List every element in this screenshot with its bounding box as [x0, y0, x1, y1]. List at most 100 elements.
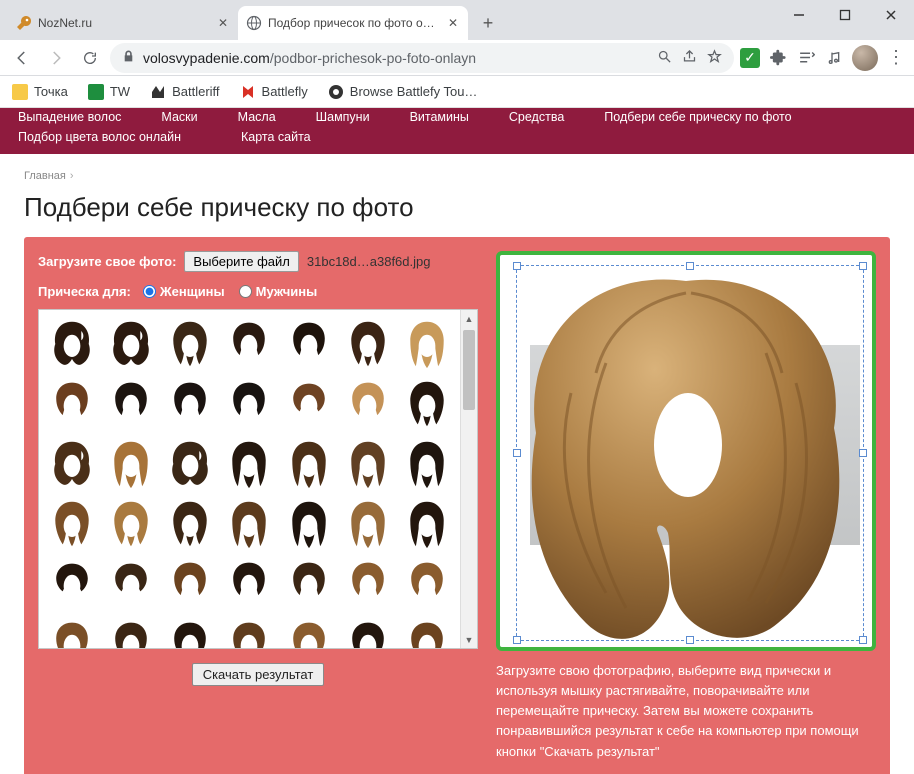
hairstyle-thumbnail[interactable] [280, 496, 337, 552]
gender-female-radio[interactable] [143, 285, 156, 298]
bookmark-item[interactable]: Точка [12, 84, 68, 100]
window-minimize[interactable] [776, 0, 822, 30]
reload-button[interactable] [76, 44, 104, 72]
hairstyle-thumbnail[interactable] [399, 376, 456, 432]
hairstyle-thumbnail[interactable] [162, 556, 219, 612]
hairstyle-thumbnail[interactable] [43, 376, 100, 432]
bookmark-icon [88, 84, 104, 100]
nav-link[interactable]: Шампуни [316, 110, 370, 124]
hairstyle-thumbnail[interactable] [339, 616, 396, 648]
hairstyle-thumbnail[interactable] [280, 316, 337, 372]
nav-link[interactable]: Витамины [410, 110, 469, 124]
hairstyle-thumbnail[interactable] [280, 376, 337, 432]
hairstyle-thumbnail[interactable] [399, 436, 456, 492]
nav-link[interactable]: Подбери себе прическу по фото [604, 110, 791, 124]
nav-link[interactable]: Маски [161, 110, 197, 124]
new-tab-button[interactable]: + [474, 9, 502, 37]
hairstyle-thumbnail[interactable] [221, 316, 278, 372]
hairstyle-thumbnail[interactable] [43, 496, 100, 552]
gender-male-label[interactable]: Мужчины [256, 284, 318, 299]
hairstyle-thumbnail[interactable] [221, 436, 278, 492]
nav-link[interactable]: Масла [238, 110, 276, 124]
hairstyle-thumbnail[interactable] [399, 616, 456, 648]
hairstyle-thumbnail[interactable] [102, 616, 159, 648]
extension-check-icon[interactable]: ✓ [740, 48, 760, 68]
bookmark-item[interactable]: Battlefly [240, 84, 308, 100]
hairstyle-thumbnail[interactable] [339, 316, 396, 372]
page-title: Подбери себе прическу по фото [0, 186, 914, 237]
scroll-down-icon[interactable]: ▼ [461, 631, 477, 648]
hairstyle-thumbnail[interactable] [280, 556, 337, 612]
close-icon[interactable]: ✕ [216, 16, 230, 30]
hairstyle-thumbnail[interactable] [43, 316, 100, 372]
back-button[interactable] [8, 44, 36, 72]
nav-link[interactable]: Средства [509, 110, 564, 124]
menu-icon[interactable]: ⋮ [886, 48, 906, 68]
hairstyle-thumbnail[interactable] [162, 376, 219, 432]
close-icon[interactable]: ✕ [446, 16, 460, 30]
hairstyle-thumbnail[interactable] [102, 436, 159, 492]
forward-button[interactable] [42, 44, 70, 72]
resize-handle[interactable] [859, 262, 867, 270]
breadcrumb-home[interactable]: Главная [24, 170, 66, 182]
gender-female-label[interactable]: Женщины [160, 284, 225, 299]
hairstyle-thumbnail[interactable] [162, 316, 219, 372]
bookmark-item[interactable]: Browse Battlefy Tou… [328, 84, 478, 100]
hairstyle-thumbnail[interactable] [399, 316, 456, 372]
tab-active[interactable]: Подбор причесок по фото онлайн ✕ [238, 6, 468, 40]
gender-male-radio[interactable] [239, 285, 252, 298]
reading-list-icon[interactable] [796, 48, 816, 68]
hairstyle-thumbnail[interactable] [102, 316, 159, 372]
hairstyle-thumbnail[interactable] [280, 436, 337, 492]
extensions-icon[interactable] [768, 48, 788, 68]
tab-noznet[interactable]: NozNet.ru ✕ [8, 6, 238, 40]
resize-handle[interactable] [513, 262, 521, 270]
bookmark-item[interactable]: Battleriff [150, 84, 219, 100]
gallery-scrollbar[interactable]: ▲ ▼ [460, 310, 477, 648]
hairstyle-thumbnail[interactable] [43, 616, 100, 648]
resize-handle[interactable] [686, 262, 694, 270]
hairstyle-thumbnail[interactable] [339, 496, 396, 552]
hairstyle-thumbnail[interactable] [162, 616, 219, 648]
hairstyle-thumbnail[interactable] [221, 496, 278, 552]
download-button[interactable]: Скачать результат [192, 663, 325, 686]
window-maximize[interactable] [822, 0, 868, 30]
scroll-up-icon[interactable]: ▲ [461, 310, 477, 327]
hairstyle-thumbnail[interactable] [221, 616, 278, 648]
nav-link[interactable]: Подбор цвета волос онлайн [18, 130, 181, 144]
hairstyle-thumbnail[interactable] [399, 496, 456, 552]
share-icon[interactable] [682, 49, 697, 67]
hairstyle-thumbnail[interactable] [162, 496, 219, 552]
media-icon[interactable] [824, 48, 844, 68]
hairstyle-thumbnail[interactable] [43, 436, 100, 492]
nav-link[interactable]: Карта сайта [241, 130, 311, 144]
choose-file-button[interactable]: Выберите файл [184, 251, 298, 272]
scroll-thumb[interactable] [463, 330, 475, 410]
hairstyle-thumbnail[interactable] [339, 436, 396, 492]
hairstyle-thumbnail[interactable] [399, 556, 456, 612]
preview-frame[interactable] [496, 251, 876, 651]
hairstyle-thumbnail[interactable] [102, 496, 159, 552]
resize-handle[interactable] [859, 449, 867, 457]
hairstyle-thumbnail[interactable] [280, 616, 337, 648]
hair-overlay[interactable] [516, 273, 856, 651]
hairstyle-thumbnail[interactable] [221, 376, 278, 432]
hairstyle-thumbnail[interactable] [339, 556, 396, 612]
hairstyle-gallery: ▲ ▼ [38, 309, 478, 649]
bookmark-icon [12, 84, 28, 100]
search-icon[interactable] [657, 49, 672, 67]
resize-handle[interactable] [859, 636, 867, 644]
hairstyle-thumbnail[interactable] [221, 556, 278, 612]
lock-icon [122, 50, 135, 66]
bookmark-item[interactable]: TW [88, 84, 130, 100]
address-bar[interactable]: volosvypadenie.com/podbor-prichesok-po-f… [110, 43, 734, 73]
star-icon[interactable] [707, 49, 722, 67]
nav-link[interactable]: Выпадение волос [18, 110, 121, 124]
hairstyle-thumbnail[interactable] [102, 556, 159, 612]
hairstyle-thumbnail[interactable] [162, 436, 219, 492]
hairstyle-thumbnail[interactable] [43, 556, 100, 612]
profile-avatar[interactable] [852, 45, 878, 71]
hairstyle-thumbnail[interactable] [339, 376, 396, 432]
window-close[interactable] [868, 0, 914, 30]
hairstyle-thumbnail[interactable] [102, 376, 159, 432]
